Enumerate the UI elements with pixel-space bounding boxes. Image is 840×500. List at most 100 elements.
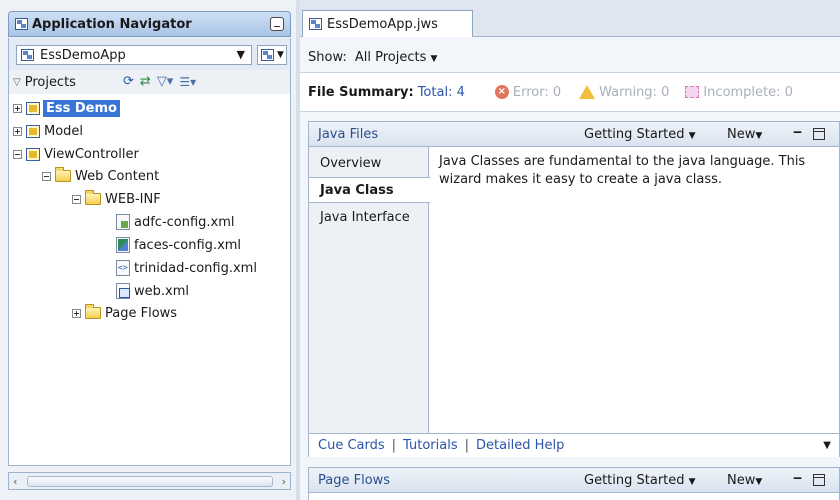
- maximize-panel-icon[interactable]: [813, 128, 825, 140]
- faces-file-icon: [116, 237, 130, 253]
- tree-node-label: Ess Demo: [43, 99, 120, 117]
- adfc-file-icon: [116, 214, 130, 230]
- tree-node-label: faces-config.xml: [134, 237, 242, 253]
- java-class-description: Java Classes are fundamental to the java…: [439, 154, 806, 187]
- web-xml-file-icon: [116, 283, 130, 299]
- file-summary-bar: File Summary: Total: 4 × Error: 0 Warnin…: [300, 72, 840, 112]
- chevron-down-icon: ▼: [688, 130, 696, 141]
- tab-essdemoapp-jws[interactable]: EssDemoApp.jws: [302, 10, 473, 37]
- chevron-down-icon: ▼: [430, 54, 438, 64]
- tree-node-web-inf[interactable]: WEB-INF: [72, 189, 161, 209]
- collapse-node-icon[interactable]: [13, 149, 22, 159]
- menu-chevron-down-icon: ▼: [277, 50, 284, 60]
- tree-node-label: adfc-config.xml: [134, 214, 235, 230]
- folder-icon: [55, 167, 71, 182]
- horizontal-scrollbar[interactable]: ‹ ›: [8, 472, 291, 490]
- tree-node-label: ViewController: [44, 146, 139, 162]
- tree-node-model[interactable]: Model: [13, 121, 83, 141]
- detailed-help-link[interactable]: Detailed Help: [476, 438, 564, 453]
- file-summary-total[interactable]: Total: 4: [418, 85, 465, 100]
- tree-node-label: Page Flows: [105, 305, 178, 321]
- navigator-title: Application Navigator: [32, 16, 192, 32]
- maximize-panel-icon[interactable]: [813, 474, 825, 486]
- tab-java-interface[interactable]: Java Interface: [309, 204, 429, 230]
- sync-icon[interactable]: ⇄: [140, 74, 151, 89]
- tab-overview[interactable]: Overview: [309, 150, 429, 176]
- expand-icon[interactable]: [13, 126, 22, 136]
- tree-node-page-flows[interactable]: Page Flows: [72, 303, 177, 323]
- chevron-down-icon: ▼: [688, 476, 696, 487]
- tree-node-label: Web Content: [75, 168, 160, 184]
- scroll-left-icon[interactable]: ‹: [13, 475, 17, 488]
- tree-node-web-xml[interactable]: web.xml: [116, 281, 189, 301]
- editor-area: EssDemoApp.jws Show: All Projects ▼ File…: [300, 0, 840, 500]
- application-menu-button[interactable]: ▼: [257, 45, 287, 65]
- getting-started-label: Getting Started: [584, 472, 685, 488]
- sort-icon[interactable]: ☰▾: [179, 75, 196, 89]
- refresh-icon[interactable]: ⟳: [123, 74, 134, 89]
- collapse-node-icon[interactable]: [42, 171, 51, 181]
- chevron-down-icon[interactable]: ▼: [823, 440, 831, 451]
- tree-node-label: WEB-INF: [105, 191, 161, 207]
- workspace-icon: [309, 18, 322, 30]
- file-summary-title: File Summary:: [308, 84, 414, 100]
- expand-icon[interactable]: [13, 103, 22, 113]
- application-name: EssDemoApp: [40, 47, 126, 63]
- application-dropdown[interactable]: EssDemoApp ▼: [16, 45, 252, 65]
- java-files-panel: Java Files Getting Started ▼ New▼ ‒ Over…: [308, 121, 840, 457]
- java-files-tabs: Overview Java Class Java Interface: [309, 147, 430, 433]
- application-navigator: Application Navigator EssDemoApp ▼ ▼ ▽ P…: [0, 0, 296, 500]
- error-count[interactable]: Error: 0: [513, 85, 561, 100]
- show-filter[interactable]: Show: All Projects ▼: [308, 50, 437, 65]
- new-menu[interactable]: New▼: [727, 127, 762, 142]
- scroll-right-icon[interactable]: ›: [282, 475, 286, 488]
- cue-cards-link[interactable]: Cue Cards: [318, 438, 385, 453]
- collapse-node-icon[interactable]: [72, 194, 81, 204]
- getting-started-label: Getting Started: [584, 126, 685, 142]
- tree-node-label: trinidad-config.xml: [134, 260, 257, 276]
- warning-count[interactable]: Warning: 0: [599, 85, 669, 100]
- projects-header[interactable]: ▽ Projects ⟳ ⇄ ▽▾ ☰▾: [8, 70, 291, 94]
- application-selector-row: EssDemoApp ▼ ▼: [8, 38, 291, 70]
- chevron-down-icon: ▼: [755, 476, 763, 487]
- tree-node-web-content[interactable]: Web Content: [42, 166, 159, 186]
- minimize-panel-icon[interactable]: ‒: [793, 471, 802, 486]
- help-links-row: Cue Cards | Tutorials | Detailed Help ▼: [309, 433, 839, 457]
- minimize-panel-icon[interactable]: ‒: [793, 125, 802, 140]
- minimize-icon[interactable]: [270, 17, 284, 31]
- tree-node-essdemo[interactable]: Ess Demo: [13, 98, 120, 118]
- java-files-body: Overview Java Class Java Interface Java …: [309, 147, 839, 433]
- show-value[interactable]: All Projects: [355, 50, 427, 65]
- incomplete-icon: [685, 86, 700, 98]
- project-icon: [26, 124, 40, 138]
- new-menu[interactable]: New▼: [727, 473, 762, 488]
- java-files-title: Java Files: [318, 126, 379, 142]
- navigator-title-bar[interactable]: Application Navigator: [8, 11, 291, 37]
- tree-node-faces-config[interactable]: faces-config.xml: [116, 235, 241, 255]
- java-files-header: Java Files Getting Started ▼ New▼ ‒: [309, 122, 839, 147]
- show-label: Show:: [308, 50, 347, 65]
- tree-node-adfc-config[interactable]: adfc-config.xml: [116, 212, 235, 232]
- xml-file-icon: [116, 260, 130, 276]
- editor-tab-bar: EssDemoApp.jws: [300, 0, 840, 37]
- collapse-icon[interactable]: ▽: [13, 77, 21, 88]
- tree-node-viewcontroller[interactable]: ViewController: [13, 144, 139, 164]
- application-menu-icon: [261, 49, 274, 61]
- tree-node-trinidad-config[interactable]: trinidad-config.xml: [116, 258, 257, 278]
- tree-node-label: Model: [44, 123, 84, 139]
- folder-icon: [85, 190, 101, 205]
- folder-icon: [85, 304, 101, 319]
- tutorials-link[interactable]: Tutorials: [403, 438, 458, 453]
- project-icon: [26, 101, 40, 115]
- scroll-thumb[interactable]: [27, 476, 273, 487]
- expand-icon[interactable]: [72, 308, 81, 318]
- getting-started-menu[interactable]: Getting Started ▼: [584, 127, 696, 142]
- chevron-down-icon: ▼: [236, 48, 245, 61]
- filter-icon[interactable]: ▽▾: [157, 74, 174, 89]
- incomplete-count[interactable]: Incomplete: 0: [703, 85, 793, 100]
- application-icon: [21, 49, 34, 61]
- getting-started-menu[interactable]: Getting Started ▼: [584, 473, 696, 488]
- tab-java-class[interactable]: Java Class: [309, 177, 430, 203]
- new-label: New: [727, 472, 756, 488]
- projects-label: Projects: [24, 74, 76, 90]
